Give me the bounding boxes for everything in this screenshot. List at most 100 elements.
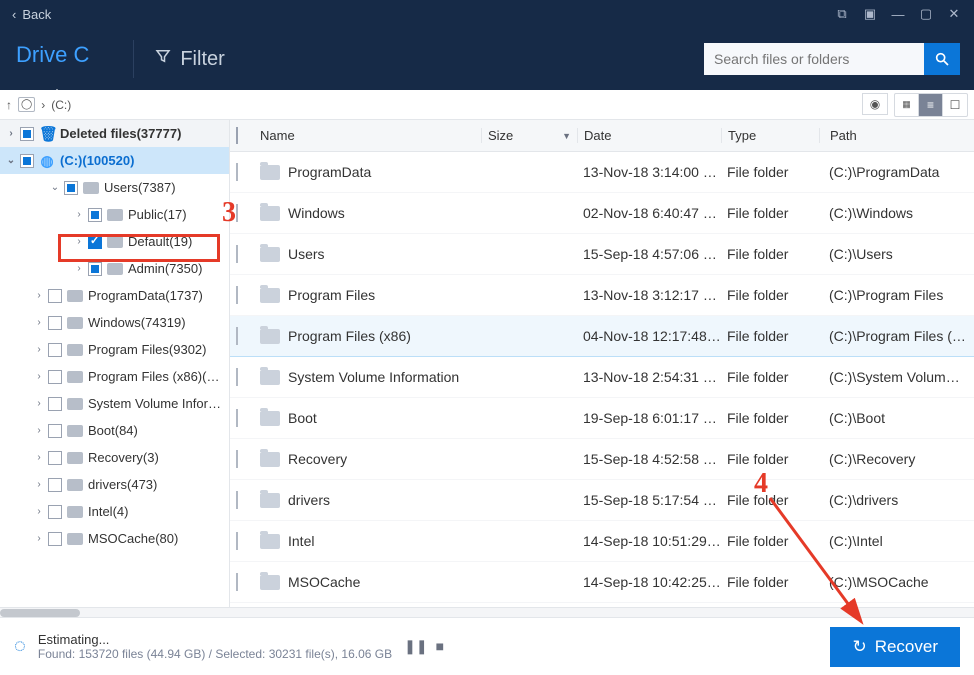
tree-item[interactable]: › System Volume Information	[0, 390, 229, 417]
tree-item[interactable]: › Windows(74319)	[0, 309, 229, 336]
tree-item[interactable]: › Intel(4)	[0, 498, 229, 525]
checkbox[interactable]	[48, 424, 62, 438]
chevron-icon[interactable]: ›	[32, 479, 46, 490]
tree-item[interactable]: › Program Files (x86)(6802)	[0, 363, 229, 390]
row-checkbox[interactable]	[236, 532, 238, 550]
table-row[interactable]: Users 15-Sep-18 4:57:06 … File folder (C…	[230, 234, 974, 275]
up-arrow-icon[interactable]: ↑	[6, 98, 12, 112]
checkbox[interactable]	[48, 289, 62, 303]
chevron-icon[interactable]: ›	[32, 506, 46, 517]
column-path[interactable]: Path	[819, 128, 974, 143]
row-checkbox[interactable]	[236, 245, 238, 263]
secondary-icon[interactable]: ▣	[856, 1, 884, 27]
checkbox[interactable]	[48, 370, 62, 384]
scrollbar-horizontal[interactable]	[0, 607, 974, 617]
row-checkbox[interactable]	[236, 573, 238, 591]
maximize-button[interactable]: ▢	[912, 1, 940, 27]
row-checkbox[interactable]	[236, 409, 238, 427]
tree-item[interactable]: ⌄ Users(7387)	[0, 174, 229, 201]
back-button[interactable]: ‹ Back	[6, 7, 57, 22]
row-checkbox[interactable]	[236, 491, 238, 509]
checkbox[interactable]	[48, 343, 62, 357]
row-checkbox[interactable]	[236, 368, 238, 386]
chevron-icon[interactable]: ›	[32, 533, 46, 544]
column-name[interactable]: Name	[252, 128, 481, 143]
checkbox[interactable]	[48, 316, 62, 330]
filter-button[interactable]: Filter	[154, 47, 224, 71]
table-row[interactable]: Program Files 13-Nov-18 3:12:17 … File f…	[230, 275, 974, 316]
tree-item[interactable]: › drivers(473)	[0, 471, 229, 498]
column-type[interactable]: Type	[721, 128, 819, 143]
minimize-button[interactable]: —	[884, 1, 912, 27]
checkbox[interactable]	[88, 262, 102, 276]
tree-item[interactable]: › Default(19)	[0, 228, 229, 255]
chevron-icon[interactable]: ›	[32, 290, 46, 301]
view-detail-button[interactable]: ☐	[943, 94, 967, 116]
row-checkbox[interactable]	[236, 163, 238, 181]
drive-tab[interactable]: Drive C	[14, 34, 113, 84]
checkbox[interactable]	[48, 505, 62, 519]
table-row[interactable]: Program Files (x86) 04-Nov-18 12:17:48… …	[230, 316, 974, 357]
checkbox[interactable]	[20, 127, 34, 141]
chevron-icon[interactable]: ⌄	[48, 182, 62, 193]
checkbox[interactable]	[88, 208, 102, 222]
row-checkbox[interactable]	[236, 450, 238, 468]
table-row[interactable]: System Volume Information 13-Nov-18 2:54…	[230, 357, 974, 398]
chevron-icon[interactable]: ›	[32, 425, 46, 436]
close-button[interactable]: ✕	[940, 1, 968, 27]
checkbox[interactable]	[20, 154, 34, 168]
chevron-icon[interactable]: ›	[72, 236, 86, 247]
checkbox[interactable]	[48, 532, 62, 546]
toolbar-divider	[133, 40, 134, 78]
row-checkbox[interactable]	[236, 204, 238, 222]
tree-drive-c[interactable]: ⌄ ◍ (C:)(100520)	[0, 147, 229, 174]
header-checkbox[interactable]	[236, 127, 238, 144]
table-row[interactable]: Recovery 15-Sep-18 4:52:58 … File folder…	[230, 439, 974, 480]
chevron-icon[interactable]: ›	[72, 209, 86, 220]
user-icon[interactable]: ◯	[18, 97, 35, 112]
column-size[interactable]: Size▼	[481, 128, 577, 143]
row-checkbox[interactable]	[236, 327, 238, 345]
file-date: 15-Sep-18 5:17:54 …	[577, 492, 721, 508]
tree-item[interactable]: › Admin(7350)	[0, 255, 229, 282]
recover-button[interactable]: ↻ Recover	[830, 627, 960, 667]
folder-icon	[67, 344, 83, 356]
table-row[interactable]: Boot 19-Sep-18 6:01:17 … File folder (C:…	[230, 398, 974, 439]
tree-item[interactable]: › MSOCache(80)	[0, 525, 229, 552]
table-row[interactable]: Windows 02-Nov-18 6:40:47 … File folder …	[230, 193, 974, 234]
table-row[interactable]: ProgramData 13-Nov-18 3:14:00 … File fol…	[230, 152, 974, 193]
stop-button[interactable]: ■	[436, 638, 444, 655]
breadcrumb[interactable]: (C:)	[51, 98, 71, 112]
tree-item[interactable]: › Public(17)	[0, 201, 229, 228]
tree-item[interactable]: › Boot(84)	[0, 417, 229, 444]
chevron-icon[interactable]: ›	[32, 317, 46, 328]
preview-button[interactable]: ◉	[862, 93, 888, 115]
chevron-icon[interactable]: ›	[32, 344, 46, 355]
column-date[interactable]: Date	[577, 128, 721, 143]
tree-item[interactable]: › Recovery(3)	[0, 444, 229, 471]
table-row[interactable]: MSOCache 14-Sep-18 10:42:25… File folder…	[230, 562, 974, 603]
table-row[interactable]: drivers 15-Sep-18 5:17:54 … File folder …	[230, 480, 974, 521]
chevron-icon[interactable]: ›	[72, 263, 86, 274]
view-grid-button[interactable]: ▦	[895, 94, 919, 116]
checkbox[interactable]	[48, 451, 62, 465]
chevron-down-icon[interactable]: ⌄	[4, 155, 18, 166]
pause-button[interactable]: ❚❚	[404, 638, 427, 655]
restore-window-icon[interactable]: ⧉	[828, 1, 856, 27]
table-row[interactable]: Intel 14-Sep-18 10:51:29… File folder (C…	[230, 521, 974, 562]
view-list-button[interactable]: ≡	[919, 94, 943, 116]
checkbox[interactable]	[48, 478, 62, 492]
chevron-icon[interactable]: ›	[32, 452, 46, 463]
row-checkbox[interactable]	[236, 286, 238, 304]
search-button[interactable]	[924, 43, 960, 75]
chevron-icon[interactable]: ›	[32, 398, 46, 409]
tree-deleted-files[interactable]: › 🗑 Deleted files(37777)	[0, 120, 229, 147]
tree-item[interactable]: › Program Files(9302)	[0, 336, 229, 363]
chevron-icon[interactable]: ›	[32, 371, 46, 382]
checkbox[interactable]	[48, 397, 62, 411]
checkbox[interactable]	[88, 235, 102, 249]
chevron-right-icon[interactable]: ›	[4, 128, 18, 139]
search-input[interactable]	[704, 43, 924, 75]
checkbox[interactable]	[64, 181, 78, 195]
tree-item[interactable]: › ProgramData(1737)	[0, 282, 229, 309]
